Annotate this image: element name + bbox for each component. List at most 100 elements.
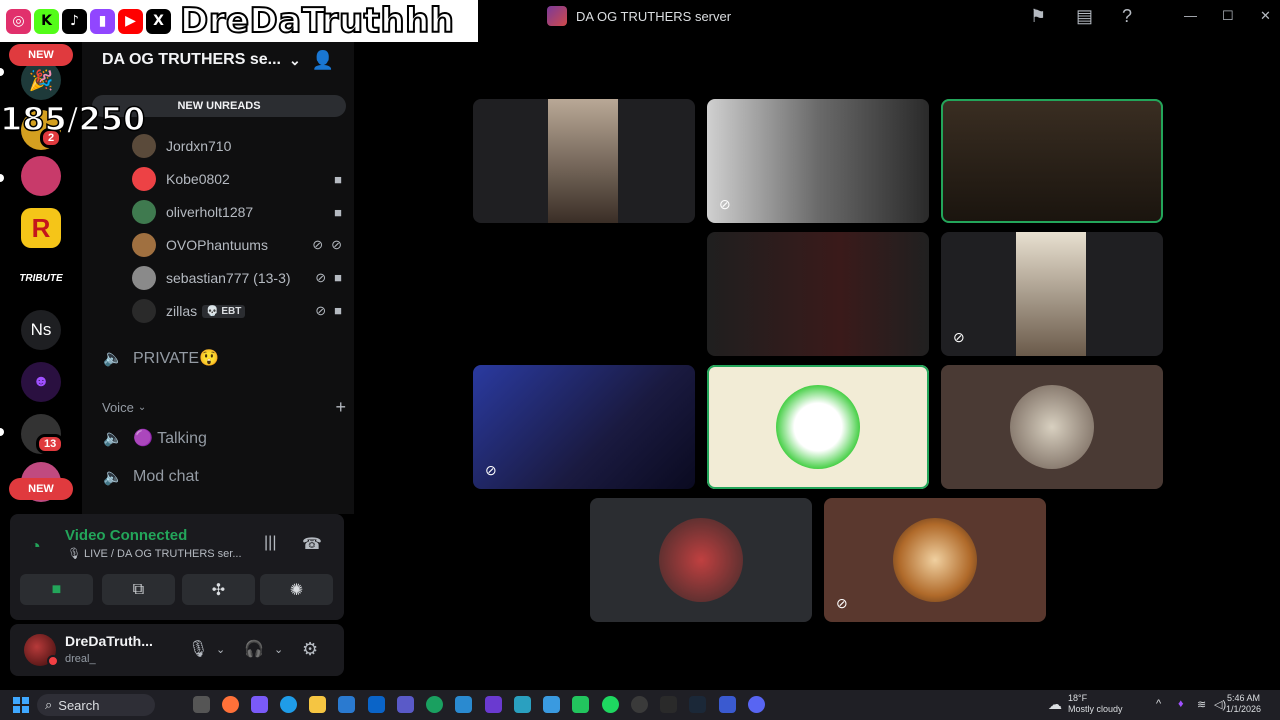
file-explorer-icon[interactable] xyxy=(309,696,326,713)
server-purple-face-icon[interactable]: ☻ xyxy=(21,362,61,402)
invite-people-icon[interactable]: 👤 xyxy=(312,50,334,71)
avatar-tile-speaking[interactable] xyxy=(707,365,929,489)
avatar xyxy=(132,266,156,290)
add-channel-icon[interactable]: + xyxy=(335,397,346,418)
video-camera-icon: ■ xyxy=(334,171,342,187)
app-icon[interactable] xyxy=(455,696,472,713)
flag-icon[interactable]: ⚑ xyxy=(1030,6,1046,27)
channel-mod-chat[interactable]: 🔈 Mod chat xyxy=(102,460,346,494)
server-rockstar-icon[interactable]: R xyxy=(21,208,61,248)
speaker-icon: 🔈 xyxy=(103,350,123,367)
avatar-tile[interactable] xyxy=(941,365,1163,489)
soundboard-button[interactable]: ✺ xyxy=(260,574,333,605)
server-pink-icon[interactable] xyxy=(21,156,61,196)
help-icon[interactable]: ? xyxy=(1122,6,1132,27)
app-icon[interactable] xyxy=(719,696,736,713)
new-badge-top[interactable]: NEW xyxy=(9,44,73,66)
taskbar-search[interactable]: ⌕ Search xyxy=(37,694,155,716)
spotify-icon[interactable] xyxy=(602,696,619,713)
volume-icon[interactable]: ◁) xyxy=(1214,698,1226,711)
headphones-icon[interactable]: 🎧 xyxy=(244,639,264,659)
server-ns-icon[interactable]: Ns xyxy=(21,310,61,350)
dnd-status-icon xyxy=(47,655,59,667)
avatar-tile[interactable]: ⊘ xyxy=(824,498,1046,622)
video-tile[interactable]: ⊘ xyxy=(941,232,1163,356)
voice-user[interactable]: Kobe0802 ■ xyxy=(132,164,342,194)
new-badge-bottom[interactable]: NEW xyxy=(9,478,73,500)
video-stream xyxy=(548,99,618,223)
voice-user[interactable]: Jordxn710 xyxy=(132,131,342,161)
voice-location[interactable]: 🎙 LIVE / DA OG TRUTHERS ser... xyxy=(67,547,242,560)
user-display-name[interactable]: DreDaTruth... xyxy=(65,633,153,649)
noise-suppression-icon[interactable]: ||| xyxy=(264,534,276,552)
obs-icon[interactable] xyxy=(631,696,648,713)
outlook-icon[interactable] xyxy=(368,696,385,713)
wifi-icon[interactable]: ≋ xyxy=(1197,698,1206,711)
chevron-down-icon[interactable]: ⌄ xyxy=(274,643,283,656)
kick-icon: K xyxy=(34,8,59,34)
close-icon[interactable]: ✕ xyxy=(1260,8,1271,24)
video-tile[interactable]: ⊘ xyxy=(707,99,929,223)
signal-icon[interactable]: ◔ xyxy=(30,536,41,557)
user-tag: 💀 EBT xyxy=(202,304,246,318)
app-icon[interactable] xyxy=(572,696,589,713)
server-tribute-icon[interactable]: TRIBUTE xyxy=(19,258,63,298)
teams-icon[interactable] xyxy=(397,696,414,713)
video-tile[interactable] xyxy=(473,99,695,223)
video-tile-speaking[interactable] xyxy=(941,99,1163,223)
video-camera-icon: ■ xyxy=(334,303,342,318)
voice-user-name: zillas xyxy=(166,303,198,319)
voice-user[interactable]: sebastian777 (13-3) ⊘ ■ xyxy=(132,263,342,293)
screen-share-icon: ⧉ xyxy=(132,580,145,598)
edge-icon[interactable] xyxy=(280,696,297,713)
app-icon[interactable] xyxy=(485,696,502,713)
xbox-icon[interactable] xyxy=(426,696,443,713)
avatar xyxy=(659,518,743,602)
discord-icon[interactable] xyxy=(748,696,765,713)
photos-icon[interactable] xyxy=(543,696,560,713)
inbox-icon[interactable]: ▤ xyxy=(1076,6,1093,27)
channel-talking[interactable]: 🔈 🟣 Talking xyxy=(102,421,346,455)
task-view-icon[interactable] xyxy=(193,696,210,713)
app-icon[interactable] xyxy=(514,696,531,713)
video-tile[interactable] xyxy=(707,232,929,356)
chevron-down-icon[interactable]: ⌄ xyxy=(216,643,225,656)
video-tile[interactable] xyxy=(473,232,695,356)
weather-widget[interactable]: ☁ 18°F Mostly cloudy xyxy=(1048,693,1123,715)
microphone-icon[interactable]: 🎙 xyxy=(188,639,208,659)
server-title: DA OG TRUTHERS server xyxy=(576,9,732,24)
voice-user[interactable]: OVOPhantuums ⊘ ⊘ xyxy=(132,230,342,260)
maximize-icon[interactable]: ☐ xyxy=(1222,8,1234,24)
minimize-icon[interactable]: — xyxy=(1184,8,1197,23)
camera-button[interactable]: ■ xyxy=(20,574,93,605)
firefox-icon[interactable] xyxy=(222,696,239,713)
server-party-icon[interactable]: 🎉 xyxy=(21,60,61,100)
mic-muted-icon: ⊘ xyxy=(719,196,731,212)
voice-category[interactable]: Voice ⌄ + xyxy=(102,397,346,418)
mic-muted-icon: ⊘ xyxy=(315,303,327,318)
video-tile[interactable]: ⊘ xyxy=(473,365,695,489)
clock[interactable]: 5:46 AM 1/1/2026 xyxy=(1226,693,1261,715)
chevron-up-icon[interactable]: ^ xyxy=(1156,698,1161,710)
voice-connection-panel: ◔ Video Connected 🎙 LIVE / DA OG TRUTHER… xyxy=(10,514,344,620)
epic-games-icon[interactable] xyxy=(660,696,677,713)
instagram-icon: ◎ xyxy=(6,8,31,34)
voice-user[interactable]: zillas 💀 EBT ⊘ ■ xyxy=(132,296,342,326)
rail-unread-pill xyxy=(0,68,4,76)
disconnect-icon[interactable]: ☎ xyxy=(302,534,322,554)
avatar xyxy=(132,233,156,257)
screen-share-button[interactable]: ⧉ xyxy=(102,574,175,605)
activities-button[interactable]: ✣ xyxy=(182,574,255,605)
voice-user-name: OVOPhantuums xyxy=(166,237,268,253)
voice-user[interactable]: oliverholt1287 ■ xyxy=(132,197,342,227)
video-stream xyxy=(1016,232,1086,356)
tray-app-icon[interactable]: ♦ xyxy=(1178,698,1184,710)
gear-icon[interactable]: ⚙ xyxy=(302,639,318,660)
store-icon[interactable] xyxy=(338,696,355,713)
copilot-icon[interactable] xyxy=(251,696,268,713)
voice-user-name: Jordxn710 xyxy=(166,138,232,154)
channel-private[interactable]: 🔈 PRIVATE😲 xyxy=(102,341,346,375)
avatar-tile[interactable] xyxy=(590,498,812,622)
windows-start-icon[interactable] xyxy=(13,697,29,713)
steam-icon[interactable] xyxy=(689,696,706,713)
